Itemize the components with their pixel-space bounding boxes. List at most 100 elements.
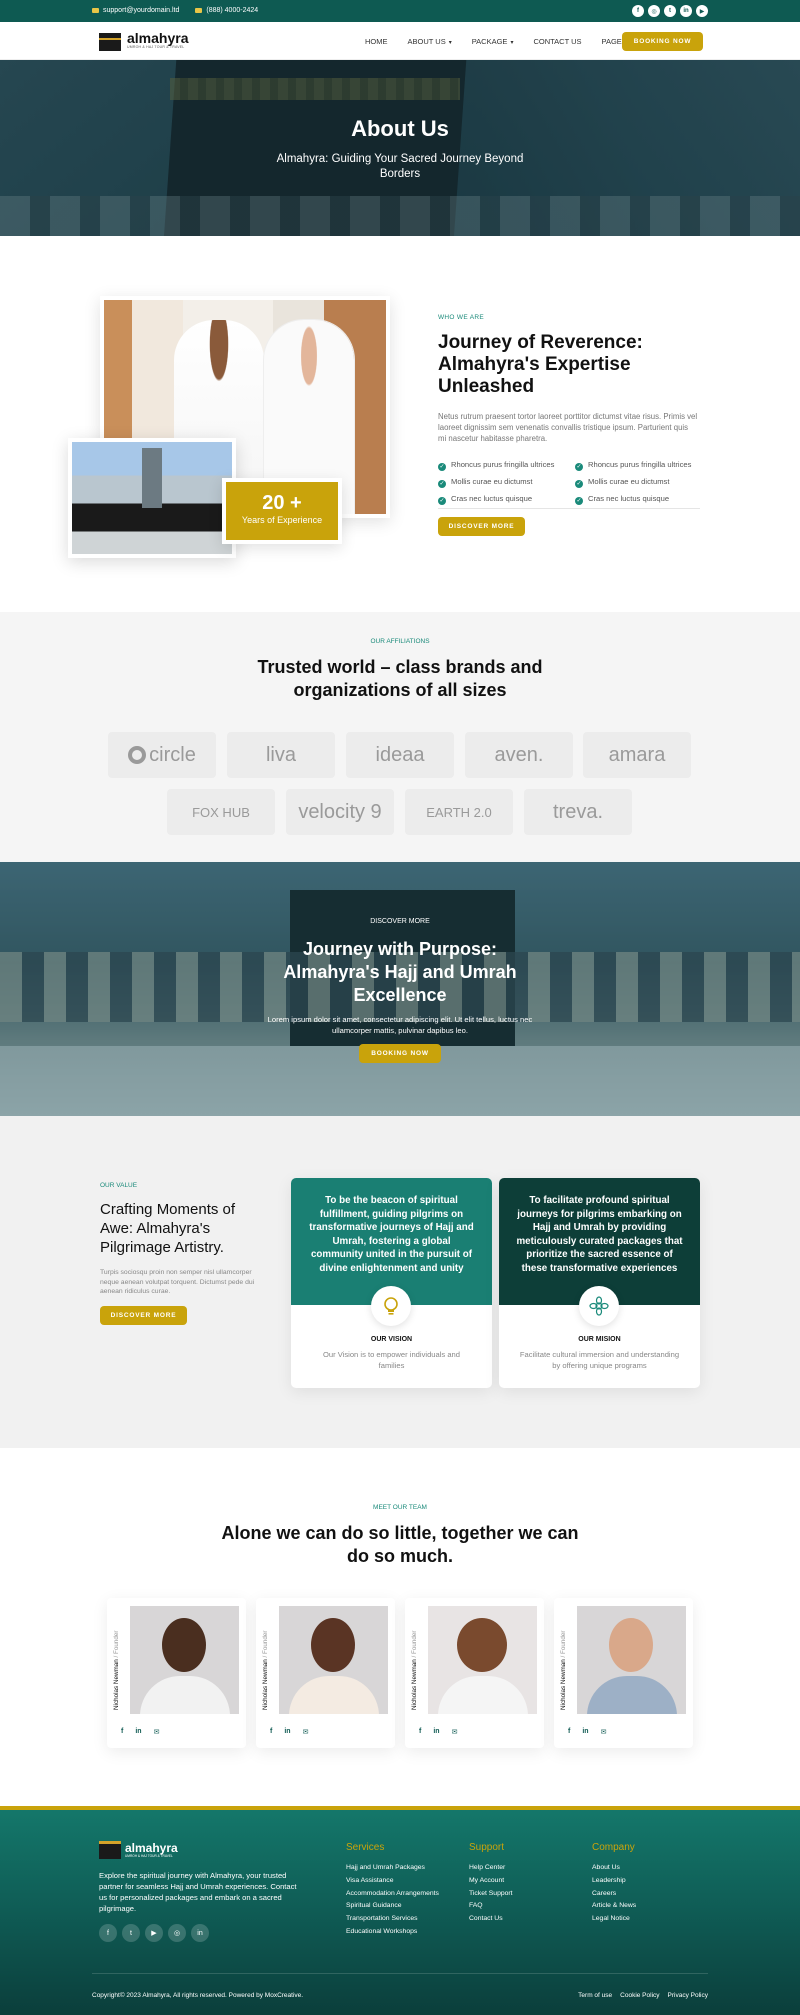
section-title: Journey of Reverence: Almahyra's Experti… [438,332,643,397]
privacy-policy-link[interactable]: Privacy Policy [668,1992,708,1999]
linkedin-icon[interactable]: in [135,1728,141,1736]
member-name-role: Nicholas Newman / Founder [262,1630,269,1710]
footer-support: Support Help Center My Account Ticket Su… [469,1842,513,1926]
footer-link[interactable]: Article & News [592,1900,636,1913]
list-item: ✓ Rhoncus purus fringilla ultrices [575,460,692,471]
phone-contact[interactable]: (888) 4000-2424 [195,7,258,14]
treva-logo: treva. [524,789,632,835]
experience-badge: 20 + Years of Experience [222,478,342,544]
cookie-policy-link[interactable]: Cookie Policy [620,1992,659,1999]
section-description: Turpis sociosqu proin non semper nisl ul… [100,1269,255,1295]
navbar: almahyra UMROH & HAJ TOUR & TRAVEL HOME … [0,22,800,60]
footer-link[interactable]: Spiritual Guidance [346,1900,439,1913]
column-title: Services [346,1842,385,1853]
footer-services: Services Hajj and Umrah Packages Visa As… [346,1842,439,1939]
nav-contact-us[interactable]: CONTACT US [533,37,581,46]
chevron-down-icon: ▾ [448,40,452,46]
journey-banner: DISCOVER MORE Journey with Purpose: Alma… [0,862,800,1116]
avatar [577,1606,686,1714]
foxhub-logo: FOX HUB [167,789,275,835]
brand-name: almahyra [127,29,189,46]
footer-link[interactable]: Help Center [469,1862,513,1875]
twitter-icon[interactable]: t [664,5,676,17]
facebook-icon[interactable]: f [99,1924,117,1942]
facebook-icon[interactable]: f [121,1728,123,1736]
mail-icon[interactable]: ✉ [303,1728,309,1736]
list-item: ✓ Mollis curae eu dictumst [438,477,533,488]
divider [438,508,700,509]
footer-link[interactable]: FAQ [469,1900,513,1913]
team-member-card: Nicholas Newman / Founder f in ✉ [256,1598,395,1748]
card-text: Our Vision is to empower individuals and… [322,1350,461,1370]
column-title: Company [592,1842,635,1853]
section-text: Lorem ipsum dolor sit amet, consectetur … [267,1015,533,1035]
linkedin-icon[interactable]: in [680,5,692,17]
footer-link[interactable]: About Us [592,1862,636,1875]
brand-logo[interactable]: almahyra UMROH & HAJ TOUR & TRAVEL [97,29,188,51]
circle-logo: circle [108,732,216,778]
flower-icon [579,1286,619,1326]
discover-more-button[interactable]: DISCOVER MORE [438,517,525,536]
footer-link[interactable]: Contact Us [469,1913,513,1926]
card-title: OUR VISION [370,1336,413,1343]
check-icon: ✓ [438,480,446,488]
footer-link[interactable]: Educational Workshops [346,1926,439,1939]
facebook-icon[interactable]: f [419,1728,421,1736]
nav-package[interactable]: PACKAGE ▾ [472,37,514,46]
footer-link[interactable]: My Account [469,1875,513,1888]
facebook-icon[interactable]: f [270,1728,272,1736]
discover-more-button[interactable]: DISCOVER MORE [100,1306,187,1325]
section-title: Journey with Purpose: Almahyra's Hajj an… [283,939,517,1005]
phone-icon [195,7,203,13]
liva-logo: liva [227,732,335,778]
amara-logo: amara [583,732,691,778]
booking-now-button[interactable]: BOOKING NOW [622,32,703,51]
section-title: Trusted world – class brands and organiz… [257,657,543,700]
youtube-icon[interactable]: ▶ [145,1924,163,1942]
aven-logo: aven. [465,732,573,778]
legal-links: Term of use Cookie Policy Privacy Policy [578,1992,708,1999]
footer-link[interactable]: Visa Assistance [346,1875,439,1888]
twitter-icon[interactable]: t [122,1924,140,1942]
email-contact[interactable]: support@yourdomain.ltd [92,7,179,14]
avatar [130,1606,239,1714]
section-eyebrow: MEET OUR TEAM [373,1504,427,1511]
linkedin-icon[interactable]: in [191,1924,209,1942]
instagram-icon[interactable]: ◎ [168,1924,186,1942]
page-title: About Us [351,116,449,141]
velocity-logo: velocity 9 [286,789,394,835]
check-icon: ✓ [575,463,583,471]
linkedin-icon[interactable]: in [582,1728,588,1736]
nav-about-us[interactable]: ABOUT US ▾ [408,37,452,46]
ideaa-logo: ideaa [346,732,454,778]
linkedin-icon[interactable]: in [284,1728,290,1736]
youtube-icon[interactable]: ▶ [696,5,708,17]
facebook-icon[interactable]: f [568,1728,570,1736]
section-eyebrow: OUR VALUE [100,1182,138,1189]
mail-icon[interactable]: ✉ [452,1728,458,1736]
experience-number: 20 + [262,492,302,514]
nav-home[interactable]: HOME [365,37,388,46]
experience-label: Years of Experience [241,515,323,525]
member-name-role: Nicholas Newman / Founder [560,1630,567,1710]
footer-link[interactable]: Careers [592,1888,636,1901]
list-item: ✓ Rhoncus purus fringilla ultrices [438,460,555,471]
footer-link[interactable]: Legal Notice [592,1913,636,1926]
footer-link[interactable]: Transportation Services [346,1913,439,1926]
mission-card: To facilitate profound spiritual journey… [499,1178,700,1388]
footer-link[interactable]: Leadership [592,1875,636,1888]
check-icon: ✓ [575,480,583,488]
facebook-icon[interactable]: f [632,5,644,17]
footer-link[interactable]: Ticket Support [469,1888,513,1901]
terms-link[interactable]: Term of use [578,1992,612,1999]
footer-link[interactable]: Hajj and Umrah Packages [346,1862,439,1875]
booking-now-button[interactable]: BOOKING NOW [359,1044,441,1063]
linkedin-icon[interactable]: in [433,1728,439,1736]
footer-link[interactable]: Accommodation Arrangements [346,1888,439,1901]
values-section: OUR VALUE Crafting Moments of Awe: Almah… [0,1116,800,1448]
check-icon: ✓ [438,463,446,471]
instagram-icon[interactable]: ◎ [648,5,660,17]
mail-icon[interactable]: ✉ [154,1728,160,1736]
mail-icon[interactable]: ✉ [601,1728,607,1736]
footer-logo[interactable]: almahyra UMROH & HAJ TOUR & TRAVEL [99,1841,178,1859]
